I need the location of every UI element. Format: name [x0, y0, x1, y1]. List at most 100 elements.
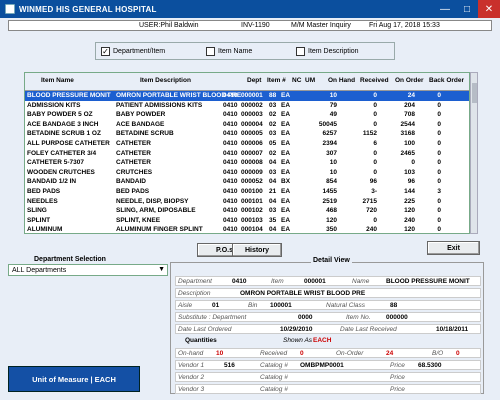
grid-header: Item Name Item Description Dept Item # N…	[25, 73, 469, 91]
table-cell: 2715	[362, 197, 377, 205]
table-row[interactable]: BETADINE SCRUB 1 OZ BETADINE SCRUB 0410 000…	[25, 129, 469, 139]
table-cell: 0	[437, 149, 441, 157]
table-cell: 0	[373, 216, 377, 224]
bin-label: Bin	[248, 302, 258, 309]
table-cell: 307	[326, 149, 337, 157]
table-row[interactable]: SPLINT SPLINT, KNEE 0410 000103 35 EA 120 0 240 0	[25, 216, 469, 226]
table-cell: 000004	[241, 120, 263, 128]
on-hand-value: 10	[216, 350, 224, 357]
minimize-button[interactable]: —	[434, 0, 456, 18]
department-select[interactable]: ALL Departments ▼	[8, 264, 168, 276]
catalog2-label: Catalog #	[260, 374, 288, 381]
table-cell: EA	[281, 216, 291, 224]
checkbox-label: Department/Item	[113, 47, 166, 55]
grid-scrollbar[interactable]	[470, 72, 478, 234]
col-header[interactable]: NC	[292, 77, 301, 84]
table-cell: NEEDLES	[27, 197, 58, 205]
item-description-checkbox[interactable]: Item Description	[296, 46, 359, 56]
col-header[interactable]: Item #	[267, 77, 286, 84]
table-cell: 0	[373, 168, 377, 176]
col-header[interactable]: On Order	[395, 77, 424, 84]
table-cell: EA	[281, 207, 291, 215]
item-name-checkbox[interactable]: Item Name	[206, 46, 252, 56]
table-cell: EA	[281, 130, 291, 138]
table-row[interactable]: BLOOD PRESSURE MONIT OMRON PORTABLE WRIST…	[25, 91, 469, 101]
table-cell: 0410	[223, 159, 238, 167]
unit-of-measure-button[interactable]: Unit of Measure | EACH	[8, 366, 140, 392]
table-cell: BANDAID 1/2 IN	[27, 178, 77, 186]
substitute-dept-value: 0000	[298, 314, 313, 321]
table-cell: 204	[404, 101, 415, 109]
department-item-checkbox[interactable]: ✓ Department/Item	[101, 46, 166, 56]
description-label: Description	[178, 290, 211, 297]
detail-row-location: Aisle 01 Bin 100001 Natural Class 88	[175, 300, 481, 310]
table-row[interactable]: SLING SLING, ARM, DIPOSABLE 0410 000102 03 EA…	[25, 206, 469, 216]
table-cell: 24	[407, 92, 415, 99]
table-cell: 21	[269, 187, 277, 195]
price1-value: 68.5300	[418, 362, 442, 369]
table-cell: 0	[437, 92, 441, 99]
table-cell: 350	[326, 226, 337, 234]
table-cell: 0410	[223, 92, 238, 99]
table-cell: 10	[329, 168, 337, 176]
table-row[interactable]: WOODEN CRUTCHES CRUTCHES 0410 000009 03 EA 10 0…	[25, 168, 469, 178]
maximize-button[interactable]: □	[456, 0, 478, 18]
col-header[interactable]: On Hand	[328, 77, 355, 84]
close-button[interactable]: ✕	[478, 0, 500, 18]
natural-class-label: Natural Class	[326, 302, 366, 309]
table-cell: 000002	[241, 101, 263, 109]
table-cell: NEEDLE, DISP, BIOPSY	[116, 197, 189, 205]
table-cell: EA	[281, 187, 291, 195]
table-cell: 000009	[241, 168, 263, 176]
checkbox-label: Item Description	[308, 47, 359, 55]
table-cell: CATHETER 5-7307	[27, 159, 84, 167]
exit-button[interactable]: Exit	[427, 241, 480, 255]
table-row[interactable]: BABY POWDER 5 OZ BABY POWDER 0410 000003 02 E…	[25, 110, 469, 120]
table-cell: 3	[437, 187, 441, 195]
table-cell: PATIENT ADMISSIONS KITS	[116, 101, 203, 109]
catalog1-label: Catalog #	[260, 362, 288, 369]
col-header[interactable]: Item Description	[140, 77, 191, 84]
table-cell: 0410	[223, 111, 238, 119]
table-cell: 05	[269, 139, 277, 147]
table-row[interactable]: ADMISSION KITS PATIENT ADMISSIONS KITS 041…	[25, 101, 469, 111]
col-header[interactable]: Dept	[247, 77, 261, 84]
received-label: Received	[260, 350, 288, 357]
col-header[interactable]: Item Name	[41, 77, 74, 84]
inventory-grid[interactable]: Item Name Item Description Dept Item # N…	[24, 72, 470, 234]
bo-label: B/O	[432, 350, 444, 357]
detail-view-title: Detail View	[311, 257, 352, 264]
table-row[interactable]: NEEDLES NEEDLE, DISP, BIOPSY 0410 000101 04 E…	[25, 197, 469, 207]
history-button[interactable]: History	[232, 243, 282, 257]
table-cell: 10	[329, 92, 337, 99]
table-row[interactable]: BANDAID 1/2 IN BANDAID 0410 000052 04 BX 854 96…	[25, 177, 469, 187]
col-header[interactable]: UM	[305, 77, 315, 84]
table-cell: 3168	[400, 130, 415, 138]
table-row[interactable]: ACE BANDAGE 3 INCH ACE BANDAGE 0410 000004 0…	[25, 120, 469, 130]
table-cell: 0410	[223, 168, 238, 176]
name-label: Name	[352, 278, 370, 285]
department-selection-label: Department Selection	[34, 256, 106, 263]
last-received-value: 10/18/2011	[436, 326, 469, 333]
scroll-thumb[interactable]	[472, 83, 477, 103]
table-cell: 240	[366, 226, 377, 234]
datetime: Fri Aug 17, 2018 15:33	[369, 22, 440, 29]
table-cell: 79	[329, 101, 337, 109]
table-cell: EA	[281, 139, 291, 147]
col-header[interactable]: Back Order	[429, 77, 464, 84]
col-header[interactable]: Received	[360, 77, 389, 84]
table-cell: 0410	[223, 197, 238, 205]
table-row[interactable]: CATHETER 5-7307 CATHETER 0410 000008 04 EA 10 0…	[25, 158, 469, 168]
table-cell: 6257	[322, 130, 337, 138]
table-row[interactable]: ALUMINUM ALUMINUM FINGER SPLINT 0410 000104…	[25, 225, 469, 234]
table-row[interactable]: FOLEY CATHETER 3/4 CATHETER 0410 000007 02 EA…	[25, 149, 469, 159]
table-row[interactable]: ALL PURPOSE CATHETER CATHETER 0410 000006 05…	[25, 139, 469, 149]
department-value: 0410	[232, 278, 247, 285]
substitute-label: Substitute : Department	[178, 314, 247, 321]
table-cell: 120	[404, 226, 415, 234]
table-cell: 0410	[223, 120, 238, 128]
table-cell: 103	[404, 168, 415, 176]
table-row[interactable]: BED PADS BED PADS 0410 000100 21 EA 1455 3- 144 3	[25, 187, 469, 197]
table-cell: 0	[437, 216, 441, 224]
table-cell: CRUTCHES	[116, 168, 153, 176]
